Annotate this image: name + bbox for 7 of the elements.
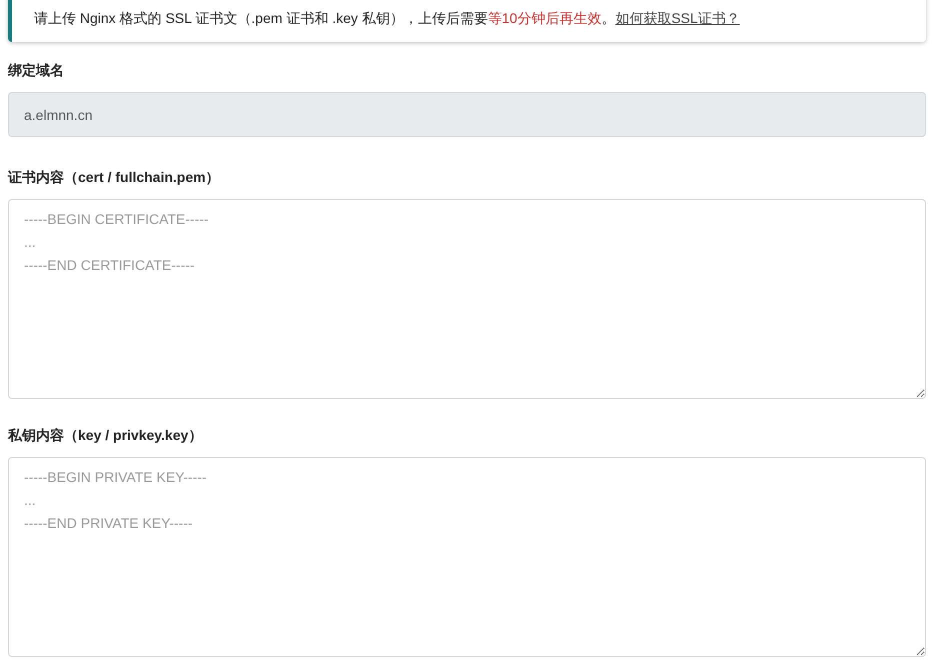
- field-label: 绑定域名: [8, 61, 65, 80]
- text-area-field[interactable]: -----BEGIN PRIVATE KEY----- ... -----END PRIVATE KEY-----: [8, 457, 926, 657]
- text-area-field[interactable]: -----BEGIN CERTIFICATE----- ... -----END CERTIFICATE-----: [8, 199, 926, 399]
- field-label: 证书内容（cert / fullchain.pem）: [8, 168, 221, 187]
- notice-text: 请上传 Nginx 格式的 SSL 证书文（.pem 证书和 .key 私钥），上传后需要等10分钟后再生效。如何获取SSL证书？: [34, 9, 741, 28]
- ssl-help-link[interactable]: 如何获取SSL证书？: [615, 10, 740, 26]
- field-label: 私钥内容（key / privkey.key）: [8, 426, 204, 445]
